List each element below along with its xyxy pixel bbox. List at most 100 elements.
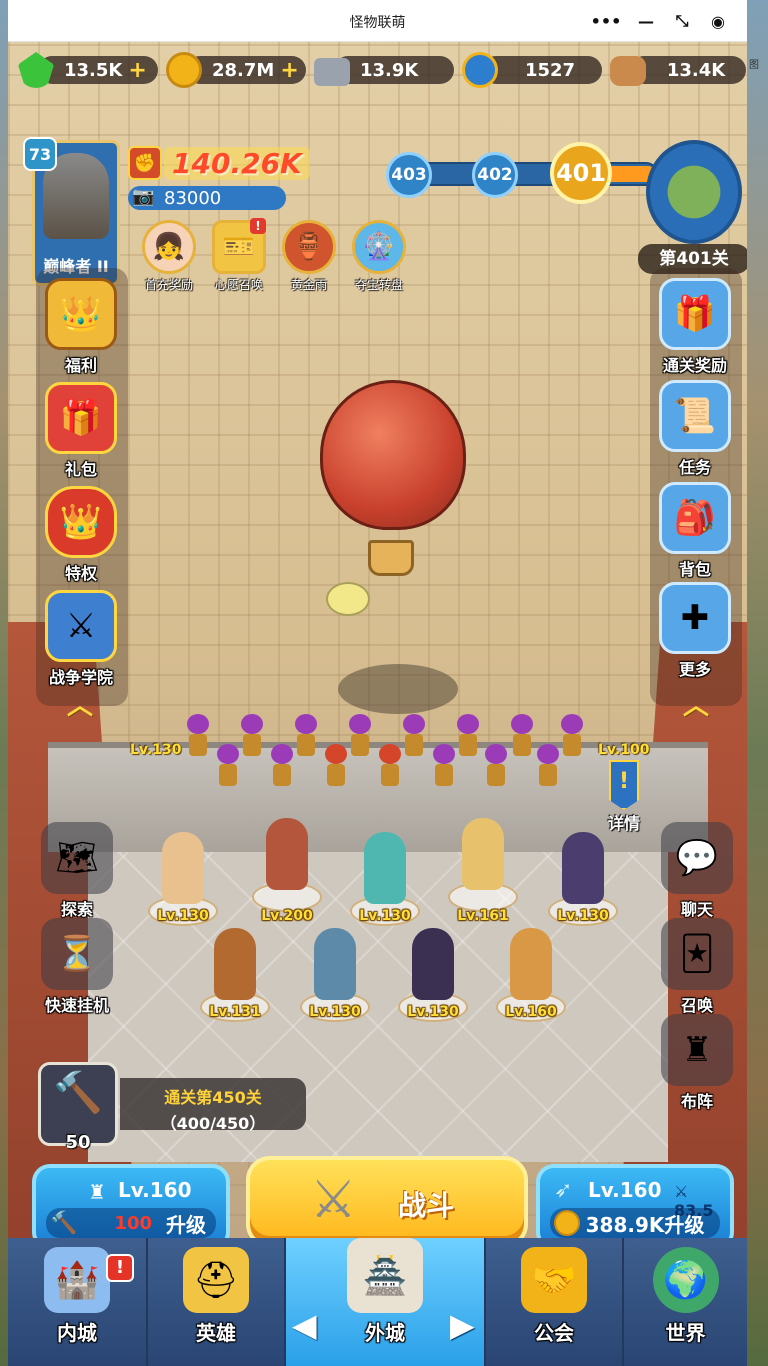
gift-icon: 🎁	[45, 382, 117, 454]
soldier	[432, 744, 456, 788]
details-button[interactable]: ! 详情	[604, 760, 644, 834]
summon-button[interactable]: 🃏 召唤	[654, 918, 740, 1016]
stage-clear-count: （400/450）	[160, 1114, 266, 1133]
hero-slot[interactable]: Lv.161	[448, 818, 518, 924]
event-label: 心愿召唤	[214, 278, 263, 292]
backpack-icon: 🎒	[659, 482, 731, 554]
menu-privilege[interactable]: 👑 特权	[38, 486, 124, 584]
hero-level: Lv.131	[209, 1004, 261, 1020]
medal-value: 1527	[524, 59, 576, 81]
hero-figure	[462, 818, 504, 890]
resource-gold[interactable]: 28.7M +	[166, 52, 306, 88]
nav-guild[interactable]: 🤝 公会	[486, 1238, 624, 1366]
soldier	[186, 714, 210, 758]
minimize-icon[interactable]: —	[634, 9, 658, 33]
title-bar: 怪物联萌 ••• — ⤡ ◉	[8, 0, 747, 42]
collapse-left-icon[interactable]: ︿	[60, 693, 100, 719]
soldier	[484, 744, 508, 788]
hero-slot[interactable]: Lv.130	[148, 832, 218, 932]
fist-icon: ✊	[128, 146, 162, 180]
hero-slot[interactable]: Lv.130	[350, 832, 420, 932]
menu-label: 战争学院	[48, 668, 113, 687]
soldier	[378, 744, 402, 788]
balloon-shadow	[338, 664, 458, 714]
hero-level: Lv.130	[407, 1004, 459, 1020]
event-label: 夺宝转盘	[354, 278, 403, 292]
record-icon[interactable]: ◉	[706, 9, 730, 33]
event-wish-summon[interactable]: 🎫 ! 心愿召唤	[206, 218, 272, 293]
more-icon[interactable]: •••	[591, 9, 622, 33]
explore-button[interactable]: 🗺 探索	[34, 822, 120, 920]
wood-log-icon	[610, 56, 646, 86]
nav-label: 公会	[534, 1321, 574, 1345]
menu-more[interactable]: ✚ 更多	[652, 582, 738, 680]
resource-gem[interactable]: 13.5K +	[18, 52, 158, 88]
chess-rook-icon: ♜	[661, 1014, 733, 1086]
gold-coin-icon	[166, 52, 202, 88]
scroll-icon: 📜	[659, 380, 731, 452]
formation-button[interactable]: ♜ 布阵	[654, 1014, 740, 1112]
nav-label: 世界	[665, 1321, 706, 1345]
event-treasure-wheel[interactable]: 🎡 夺宝转盘	[346, 220, 412, 293]
gem-value: 13.5K	[64, 59, 123, 81]
menu-label: 背包	[678, 560, 711, 579]
hammer-icon: 🔨	[50, 1210, 78, 1236]
nav-label: 内城	[57, 1321, 97, 1345]
player-avatar[interactable]: 73 巅峰者 II	[23, 137, 120, 286]
resource-iron: 13.9K	[314, 52, 454, 86]
nav-label: 外城	[365, 1321, 405, 1345]
fight-button[interactable]: ⚔ 战斗	[246, 1156, 528, 1248]
nav-world[interactable]: 🌍 世界	[624, 1238, 747, 1366]
world-map-button[interactable]	[646, 140, 742, 244]
stage-node-current[interactable]: 401	[550, 142, 612, 204]
nav-label: 英雄	[196, 1321, 236, 1345]
soldier	[456, 714, 480, 758]
soldier	[324, 744, 348, 788]
hero-slot[interactable]: Lv.130	[548, 832, 618, 932]
map-sword-icon: 🗺	[41, 822, 113, 894]
menu-tasks[interactable]: 📜 任务	[652, 380, 738, 478]
event-gold-rain[interactable]: 🏺 黄金雨	[276, 220, 342, 293]
dpad-icon: ✚	[659, 582, 731, 654]
event-label: 黄金雨	[290, 278, 327, 292]
soldier	[270, 744, 294, 788]
stage-node-402[interactable]: 402	[472, 152, 518, 198]
combat-power: ✊ 140.26K	[128, 146, 310, 180]
alert-badge: !	[106, 1254, 134, 1282]
compact-icon[interactable]: ⤡	[670, 9, 694, 33]
nav-next-arrow[interactable]: ▶	[450, 1306, 475, 1344]
plus-icon[interactable]: +	[128, 58, 146, 83]
player-level-badge: 73	[23, 137, 57, 171]
menu-backpack[interactable]: 🎒 背包	[652, 482, 738, 580]
right-tower-level: Lv.100	[598, 742, 650, 758]
hero-slot[interactable]: Lv.160	[496, 928, 566, 1028]
fortress-icon: 🏯	[347, 1238, 423, 1313]
castle-level: Lv.160	[118, 1178, 192, 1202]
event-first-recharge[interactable]: 👧 首充奖励	[136, 220, 202, 293]
alert-badge: !	[250, 218, 266, 234]
menu-clear-reward[interactable]: 🎁 通关奖励	[652, 278, 738, 376]
crossed-swords-icon: ⚔	[310, 1170, 357, 1230]
hammer-button[interactable]: 🔨 50	[38, 1062, 118, 1153]
plus-icon[interactable]: +	[280, 58, 298, 83]
girl-icon: 👧	[142, 220, 196, 274]
gold-coin-icon	[554, 1210, 580, 1236]
menu-war-academy[interactable]: ⚔ 战争学院	[38, 590, 124, 688]
castle-upgrade-cost: 100	[114, 1212, 152, 1234]
nav-prev-arrow[interactable]: ◀	[292, 1306, 317, 1344]
hero-slot[interactable]: Lv.130	[300, 928, 370, 1028]
hero-slot[interactable]: Lv.130	[398, 928, 468, 1028]
stage-node-403[interactable]: 403	[386, 152, 432, 198]
quick-idle-button[interactable]: ⏳ 快速挂机	[34, 918, 120, 1016]
hero-slot[interactable]: Lv.200	[252, 818, 322, 924]
formation-label: 布阵	[680, 1092, 713, 1111]
nav-inner-city[interactable]: 🏰 内城 !	[8, 1238, 148, 1366]
event-label: 首充奖励	[144, 278, 193, 292]
nav-outer-city[interactable]: 🏯 外城	[286, 1238, 486, 1366]
chat-button[interactable]: 💬 聊天	[654, 822, 740, 920]
collapse-right-icon[interactable]: ︿	[676, 693, 716, 719]
hero-slot[interactable]: Lv.131	[200, 928, 270, 1028]
nav-heroes[interactable]: ⛑ 英雄	[148, 1238, 286, 1366]
menu-gift-pack[interactable]: 🎁 礼包	[38, 382, 124, 480]
menu-welfare[interactable]: 👑 福利	[38, 278, 124, 376]
